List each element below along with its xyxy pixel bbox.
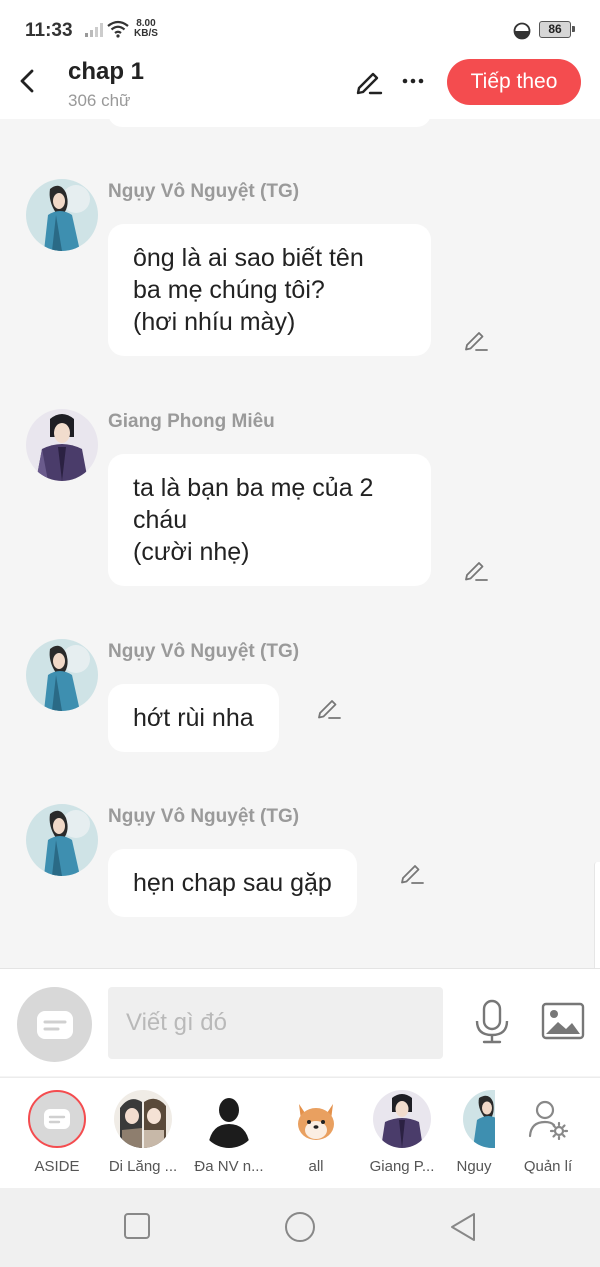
triangle-back-icon: [451, 1213, 475, 1241]
next-chapter-button[interactable]: Tiếp theo: [447, 59, 581, 105]
system-navigation-bar: [0, 1188, 600, 1267]
network-speed: 8.00 KB/S: [134, 19, 158, 39]
green-robed-character-avatar[interactable]: [26, 804, 98, 876]
character-label: all: [308, 1158, 324, 1175]
recent-apps-button[interactable]: [123, 1212, 151, 1245]
microphone-icon: [475, 999, 509, 1044]
character-nguy[interactable]: Nguy: [434, 1090, 514, 1180]
word-count: 306 chữ: [68, 91, 131, 110]
purple-robed-character-avatar[interactable]: [26, 409, 98, 481]
message-bubble[interactable]: ông là ai sao biết tên ba mẹ chúng tôi? …: [108, 224, 431, 356]
character-label: Quản lí: [523, 1158, 573, 1175]
character-picker: ASIDE Di Lăng ... Đa NV n... all Giang P…: [0, 1077, 600, 1188]
aside-toggle-button[interactable]: [17, 987, 92, 1062]
manage-characters-button[interactable]: Quản lí: [508, 1090, 588, 1180]
silhouette-avatar: [200, 1090, 258, 1148]
insert-image-button[interactable]: [541, 1002, 585, 1045]
home-button[interactable]: [284, 1211, 316, 1248]
chapter-title: chap 1: [68, 58, 145, 85]
character-label: Di Lăng ...: [108, 1158, 178, 1175]
edit-message-button[interactable]: [399, 860, 427, 888]
message-composer: [0, 968, 600, 1076]
wifi-icon: [106, 20, 130, 43]
top-app-bar: chap 1 306 chữ Tiếp theo: [0, 58, 600, 119]
shiba-dog-avatar: [287, 1090, 345, 1148]
user-settings-icon: [519, 1090, 577, 1148]
more-options-button[interactable]: [400, 66, 426, 96]
edit-message-button[interactable]: [463, 557, 491, 585]
pencil-icon: [465, 332, 488, 351]
character-label: ASIDE: [34, 1158, 80, 1175]
character-aside[interactable]: ASIDE: [17, 1090, 97, 1180]
previous-message-bubble: [108, 119, 431, 127]
message-input[interactable]: [108, 987, 443, 1059]
character-label: Nguy: [456, 1158, 492, 1175]
anime-duo-avatar: [114, 1090, 172, 1148]
green-robed-character-avatar[interactable]: [26, 639, 98, 711]
purple-robed-character-avatar: [373, 1090, 431, 1148]
message-bubble[interactable]: hẹn chap sau gặp: [108, 849, 357, 917]
pencil-icon: [318, 700, 341, 719]
aside-note-icon: [44, 1109, 70, 1129]
status-time: 11:33: [25, 20, 73, 41]
character-label: Giang P...: [369, 1158, 435, 1175]
voice-input-button[interactable]: [472, 999, 512, 1050]
edit-message-button[interactable]: [463, 327, 491, 355]
edit-chapter-button[interactable]: [354, 66, 384, 101]
back-button[interactable]: [12, 64, 42, 98]
pencil-icon: [465, 562, 488, 581]
more-horizontal-icon: [402, 78, 424, 84]
character-label: Đa NV n...: [194, 1158, 264, 1175]
character-multi-npc[interactable]: Đa NV n...: [189, 1090, 269, 1180]
character-all[interactable]: all: [276, 1090, 356, 1180]
aside-avatar: [28, 1090, 86, 1148]
sender-name: Ngụy Vô Nguyệt (TG): [108, 806, 300, 827]
message-bubble[interactable]: hớt rùi nha: [108, 684, 279, 752]
message-bubble[interactable]: ta là bạn ba mẹ của 2 cháu (cười nhẹ): [108, 454, 431, 586]
do-not-disturb-icon: [513, 22, 531, 45]
signal-icon: [84, 22, 104, 43]
chat-thread[interactable]: Ngụy Vô Nguyệt (TG) ông là ai sao biết t…: [0, 119, 600, 968]
battery-indicator: 86: [539, 21, 575, 38]
green-robed-character-avatar: [463, 1090, 495, 1148]
pencil-icon: [401, 865, 424, 884]
character-di-lang[interactable]: Di Lăng ...: [103, 1090, 183, 1180]
sender-name: Giang Phong Miêu: [108, 411, 275, 432]
image-icon: [541, 1002, 585, 1040]
back-nav-button[interactable]: [449, 1211, 477, 1248]
sender-name: Ngụy Vô Nguyệt (TG): [108, 641, 300, 662]
aside-note-icon: [36, 1010, 73, 1039]
speed-unit: KB/S: [134, 28, 158, 39]
chevron-left-icon: [20, 69, 34, 93]
green-robed-character-avatar[interactable]: [26, 179, 98, 251]
character-giang-phong[interactable]: Giang P...: [362, 1090, 442, 1180]
circle-icon: [285, 1212, 315, 1242]
sender-name: Ngụy Vô Nguyệt (TG): [108, 181, 300, 202]
pencil-icon: [356, 72, 383, 95]
square-icon: [124, 1213, 150, 1239]
status-bar: 11:33 8.00 KB/S 86: [0, 0, 600, 58]
edit-message-button[interactable]: [316, 695, 344, 723]
